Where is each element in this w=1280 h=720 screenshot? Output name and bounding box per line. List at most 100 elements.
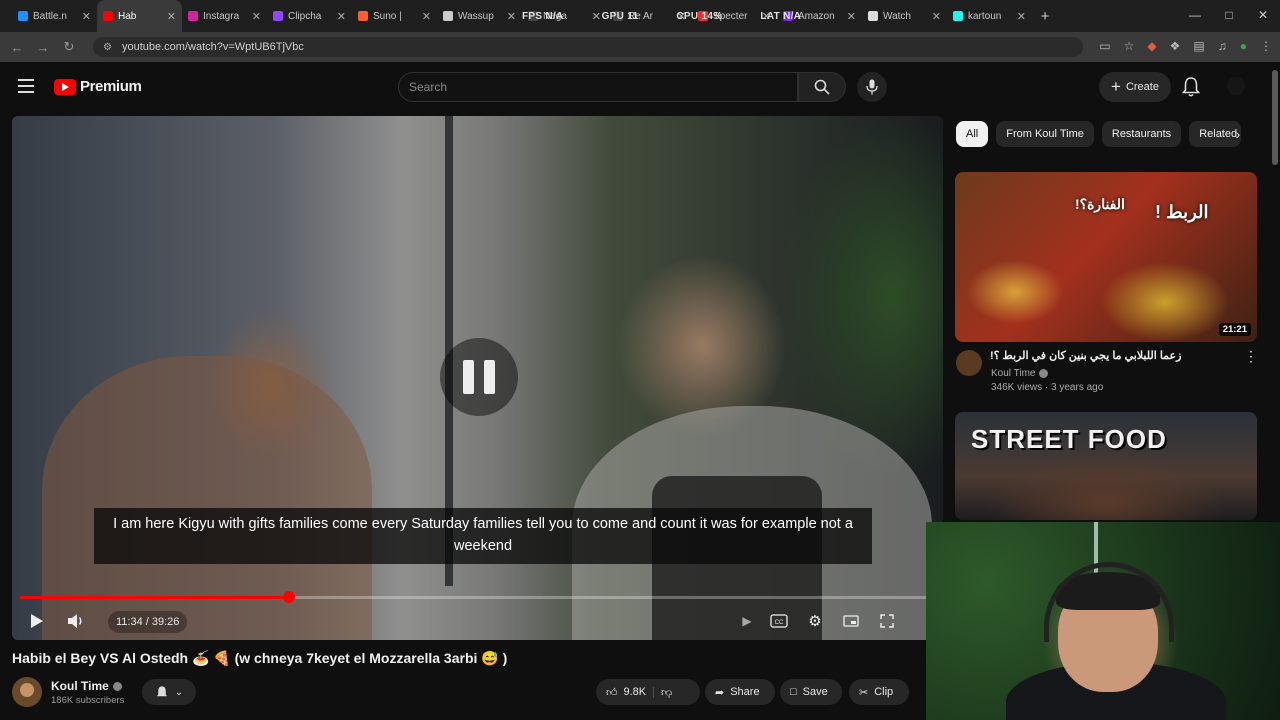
extension-icon[interactable]: ◆ [1147, 39, 1156, 53]
recommendation-thumbnail-2[interactable]: STREET FOOD [955, 412, 1257, 520]
chevron-right-icon[interactable]: › [1228, 124, 1248, 144]
thumbs-down-icon[interactable]: 👎︎ [661, 686, 672, 699]
tab-close-icon[interactable]: ✕ [167, 10, 176, 23]
minimize-icon[interactable]: — [1178, 0, 1212, 32]
maximize-icon[interactable]: □ [1212, 0, 1246, 32]
time-display: 11:34 / 39:26 [108, 611, 188, 633]
more-options-icon[interactable]: ⋮ [1244, 349, 1258, 363]
chip-restaurants[interactable]: Restaurants [1101, 121, 1182, 147]
share-arrow-icon: ➦ [715, 686, 725, 699]
progress-scrubber[interactable] [282, 591, 295, 603]
like-count[interactable]: 9.8K [624, 686, 647, 698]
chevron-down-icon: ⌄ [174, 686, 184, 698]
browser-tab[interactable]: Suno | ✕ [352, 0, 437, 32]
tab-close-icon[interactable]: ✕ [82, 10, 91, 23]
thumbnail-text-2: الفنارة؟! [1075, 196, 1125, 212]
miniplayer-button[interactable] [840, 611, 862, 631]
new-tab-button[interactable]: + [1032, 8, 1058, 25]
subscription-notification-button[interactable]: ⌄ [142, 679, 196, 705]
recommendation-title[interactable]: زعما اللبلابي ما يجي بنين كان في الربط ؟… [990, 349, 1230, 362]
browser-tab-bar: Battle.n ✕ Hab ✕ Instagra ✕ Clipcha ✕ Suno | ✕ Was… [0, 0, 1280, 32]
tab-label: Watch [883, 10, 911, 22]
tab-close-icon[interactable]: ✕ [337, 10, 346, 23]
reload-icon[interactable]: ↻ [56, 39, 82, 55]
tab-favicon-icon [953, 11, 963, 21]
recommendation-channel-text: Koul Time [991, 368, 1036, 379]
browser-tab[interactable]: Battle.n ✕ [12, 0, 97, 32]
tab-close-icon[interactable]: ✕ [1017, 10, 1026, 23]
miniplayer-icon [843, 615, 859, 627]
browser-tab[interactable]: Instagra ✕ [182, 0, 267, 32]
tab-close-icon[interactable]: ✕ [507, 10, 516, 23]
url-field[interactable]: ⚙ youtube.com/watch?v=WptUB6TjVbc [93, 37, 1083, 57]
fullscreen-icon [880, 614, 894, 628]
plus-icon: + [1111, 77, 1121, 96]
share-label: Share [730, 686, 760, 698]
tab-close-icon[interactable]: ✕ [932, 10, 941, 23]
volume-button[interactable] [66, 611, 86, 631]
create-label: Create [1125, 81, 1159, 93]
profile-icon[interactable]: ● [1240, 39, 1247, 53]
subtitle-caption: I am here Kigyu with gifts families come… [94, 508, 872, 564]
cast-icon[interactable]: ▭ [1099, 39, 1110, 53]
media-icon[interactable]: ♫ [1218, 39, 1227, 53]
browser-tab[interactable]: Wassup ✕ [437, 0, 522, 32]
voice-search-button[interactable] [857, 72, 887, 102]
close-window-icon[interactable]: ✕ [1246, 0, 1280, 32]
browser-tab[interactable]: Hab ✕ [97, 0, 182, 32]
streamer-webcam-overlay [926, 522, 1280, 720]
window-controls: — □ ✕ [1178, 0, 1280, 32]
clip-button[interactable]: ✂ Clip [849, 679, 909, 705]
thumbs-up-icon[interactable]: 👍︎ [606, 686, 618, 699]
browser-tab[interactable]: Watch ✕ [862, 0, 947, 32]
tab-close-icon[interactable]: ✕ [847, 10, 856, 23]
headset-icon [1044, 562, 1174, 642]
settings-button[interactable]: ⚙ [804, 611, 826, 631]
progress-bar[interactable] [20, 591, 935, 603]
tab-close-icon[interactable]: ✕ [422, 10, 431, 23]
recommendation-channel-avatar[interactable] [956, 350, 982, 376]
fullscreen-button[interactable] [876, 611, 898, 631]
search-input[interactable]: Search [398, 72, 798, 102]
search-button[interactable] [798, 72, 846, 102]
browser-tab[interactable]: kartoun ✕ [947, 0, 1032, 32]
hamburger-menu-icon[interactable] [18, 79, 34, 93]
site-info-icon[interactable]: ⚙ [103, 42, 112, 53]
closed-captions-icon: CC [770, 614, 788, 628]
recommendation-thumbnail[interactable]: الربط ! الفنارة؟! 21:21 [955, 172, 1257, 342]
search-icon [814, 79, 830, 95]
hud-lat: LAT N/A [760, 11, 802, 22]
notifications-bell-icon[interactable] [1181, 76, 1201, 98]
tab-label: Hab [118, 10, 137, 22]
menu-dots-icon[interactable]: ⋮ [1260, 39, 1272, 53]
youtube-logo[interactable]: Premium [54, 78, 142, 95]
share-button[interactable]: ➦ Share [705, 679, 775, 705]
performance-overlay: FPS N/A GPU 11 CPU 14% LAT N/A [522, 11, 801, 22]
extensions-puzzle-icon[interactable]: ❖ [1170, 39, 1181, 53]
autoplay-toggle[interactable]: ▶ [734, 611, 760, 631]
create-button[interactable]: + Create [1099, 72, 1171, 102]
chip-all[interactable]: All [956, 121, 989, 147]
account-avatar[interactable] [1227, 77, 1245, 95]
channel-name[interactable]: Koul Time [51, 679, 122, 693]
video-duration: 21:21 [1218, 323, 1251, 336]
tab-close-icon[interactable]: ✕ [252, 10, 261, 23]
video-title: Habib el Bey VS Al Ostedh 🍝 🍕 (w chneya … [12, 650, 508, 666]
page-scrollbar[interactable] [1272, 70, 1278, 165]
channel-avatar[interactable] [12, 677, 42, 707]
browser-tab[interactable]: Clipcha ✕ [267, 0, 352, 32]
forward-icon[interactable]: → [30, 40, 56, 55]
chip-from-channel[interactable]: From Koul Time [996, 121, 1094, 147]
video-player[interactable]: I am here Kigyu with gifts families come… [12, 116, 943, 640]
sidepanel-icon[interactable]: ▤ [1193, 39, 1204, 53]
scissors-icon: ✂ [859, 686, 869, 699]
bookmark-star-icon[interactable]: ☆ [1124, 39, 1135, 53]
subtitles-button[interactable]: CC [768, 611, 790, 631]
clip-label: Clip [874, 686, 894, 698]
play-button[interactable] [28, 611, 46, 631]
back-icon[interactable]: ← [4, 40, 30, 55]
youtube-header: Premium Search + Create [0, 62, 1280, 114]
pause-overlay-icon[interactable] [440, 338, 518, 416]
recommendation-channel[interactable]: Koul Time [991, 368, 1049, 379]
save-button[interactable]: □ Save [780, 679, 842, 705]
